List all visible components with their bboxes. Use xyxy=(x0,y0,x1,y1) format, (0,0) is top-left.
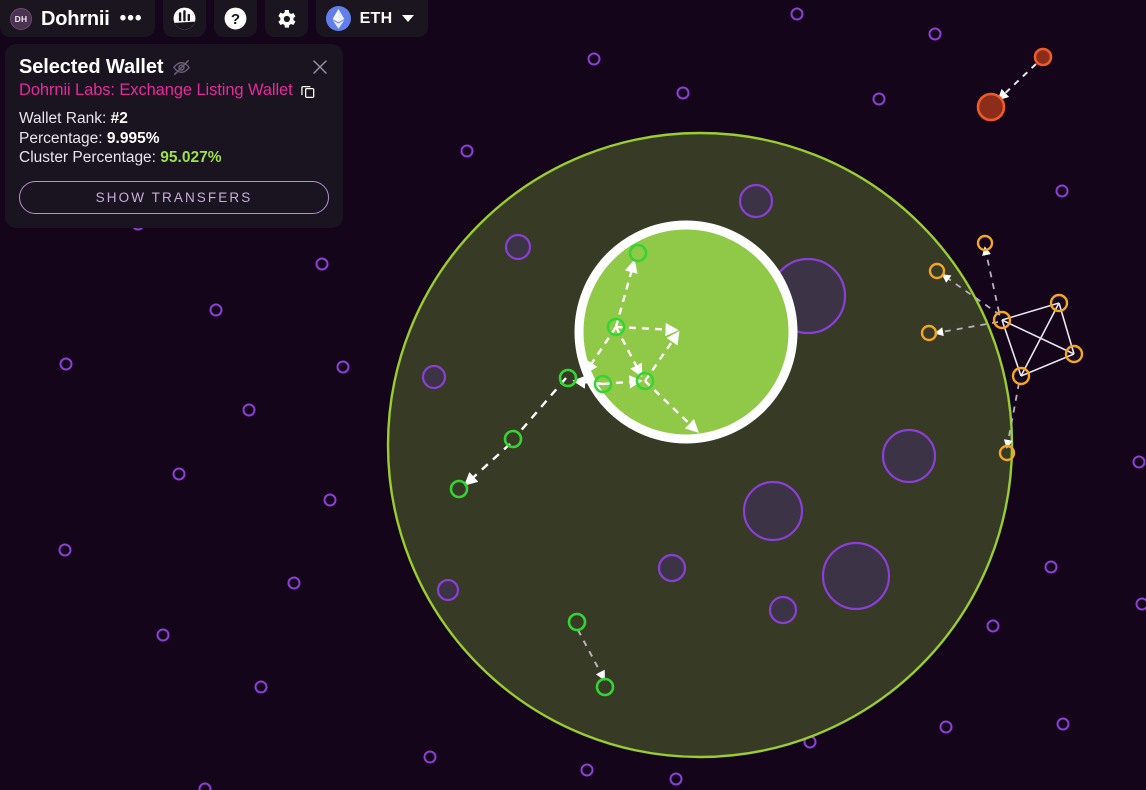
top-toolbar: DH Dohrnii ••• ? xyxy=(0,0,428,37)
cluster-wallet-node[interactable] xyxy=(659,555,685,581)
background-wallet-node[interactable] xyxy=(1137,599,1146,610)
show-transfers-button[interactable]: SHOW TRANSFERS xyxy=(19,181,329,214)
background-wallet-node[interactable] xyxy=(988,621,999,632)
background-wallet-node[interactable] xyxy=(325,495,336,506)
background-wallet-node[interactable] xyxy=(338,362,349,373)
background-wallet-node[interactable] xyxy=(874,94,885,105)
ethereum-icon xyxy=(326,6,351,31)
flagged-wallet-node[interactable] xyxy=(978,94,1004,120)
stat-percentage-value: 9.995% xyxy=(107,130,160,147)
help-icon: ? xyxy=(223,6,248,31)
more-options-icon[interactable]: ••• xyxy=(120,13,143,24)
chain-label: ETH xyxy=(360,10,393,28)
background-wallet-node[interactable] xyxy=(200,784,211,790)
analytics-button[interactable] xyxy=(163,0,206,37)
background-wallet-node[interactable] xyxy=(671,774,682,785)
settings-button[interactable] xyxy=(265,0,308,37)
svg-text:?: ? xyxy=(230,11,239,28)
background-wallet-node[interactable] xyxy=(317,259,328,270)
close-icon[interactable] xyxy=(311,58,329,76)
background-wallet-node[interactable] xyxy=(256,682,267,693)
background-wallet-node[interactable] xyxy=(61,359,72,370)
background-wallet-node[interactable] xyxy=(582,765,593,776)
external-wallet-network-edges xyxy=(1002,303,1074,376)
background-wallet-node[interactable] xyxy=(244,405,255,416)
background-wallet-node[interactable] xyxy=(1134,457,1145,468)
wallet-label: Dohrnii Labs: Exchange Listing Wallet xyxy=(19,81,293,100)
cluster-wallet-node[interactable] xyxy=(883,430,935,482)
background-wallet-node[interactable] xyxy=(1046,562,1057,573)
brand-button[interactable]: DH Dohrnii ••• xyxy=(0,0,155,37)
stat-wallet-rank: Wallet Rank: #2 xyxy=(19,109,329,129)
panel-header: Selected Wallet xyxy=(19,56,329,79)
background-wallet-node[interactable] xyxy=(589,54,600,65)
stat-percentage: Percentage: 9.995% xyxy=(19,129,329,149)
panel-title: Selected Wallet xyxy=(19,56,163,79)
cluster-wallet-node[interactable] xyxy=(770,597,796,623)
copy-icon[interactable] xyxy=(300,83,316,99)
external-wallet-node[interactable] xyxy=(978,236,992,250)
background-wallet-node[interactable] xyxy=(60,545,71,556)
graph-explorer-app: DH Dohrnii ••• ? xyxy=(0,0,1146,790)
chevron-down-icon[interactable] xyxy=(402,15,414,22)
stat-cluster-percentage-label: Cluster Percentage: xyxy=(19,149,160,166)
cluster-wallet-node[interactable] xyxy=(823,543,889,609)
background-wallet-node[interactable] xyxy=(1057,186,1068,197)
cluster-wallet-node[interactable] xyxy=(438,580,458,600)
cluster-wallet-node[interactable] xyxy=(506,235,530,259)
stat-cluster-percentage-value: 95.027% xyxy=(160,149,221,166)
stat-wallet-rank-value: #2 xyxy=(111,110,128,127)
background-wallet-node[interactable] xyxy=(792,9,803,20)
selected-wallet-panel: Selected Wallet Dohrnii Labs: Exchange L… xyxy=(5,44,343,228)
flagged-wallet-node[interactable] xyxy=(1035,49,1051,65)
wallet-identity-row: Dohrnii Labs: Exchange Listing Wallet xyxy=(19,81,329,100)
flagged-wallet-edge xyxy=(999,64,1036,99)
cluster-wallet-node[interactable] xyxy=(740,185,772,217)
wallet-stats: Wallet Rank: #2 Percentage: 9.995% Clust… xyxy=(19,109,329,168)
background-wallet-node[interactable] xyxy=(289,578,300,589)
help-button[interactable]: ? xyxy=(214,0,257,37)
analytics-icon xyxy=(172,6,197,31)
background-wallet-node[interactable] xyxy=(678,88,689,99)
background-wallet-node[interactable] xyxy=(462,146,473,157)
chain-selector[interactable]: ETH xyxy=(316,0,429,37)
background-wallet-node[interactable] xyxy=(941,722,952,733)
background-wallet-node[interactable] xyxy=(425,752,436,763)
background-wallet-node[interactable] xyxy=(930,29,941,40)
stat-wallet-rank-label: Wallet Rank: xyxy=(19,110,111,127)
background-wallet-node[interactable] xyxy=(1058,719,1069,730)
background-wallet-node[interactable] xyxy=(174,469,185,480)
stat-percentage-label: Percentage: xyxy=(19,130,107,147)
app-title: Dohrnii xyxy=(41,9,110,29)
background-wallet-node[interactable] xyxy=(158,630,169,641)
cluster-wallet-node[interactable] xyxy=(744,482,802,540)
dohrnii-logo-icon: DH xyxy=(10,8,32,30)
stat-cluster-percentage: Cluster Percentage: 95.027% xyxy=(19,148,329,168)
settings-gear-icon xyxy=(274,7,298,31)
eye-slash-icon[interactable] xyxy=(172,58,191,77)
cluster-wallet-node[interactable] xyxy=(423,366,445,388)
background-wallet-node[interactable] xyxy=(211,305,222,316)
